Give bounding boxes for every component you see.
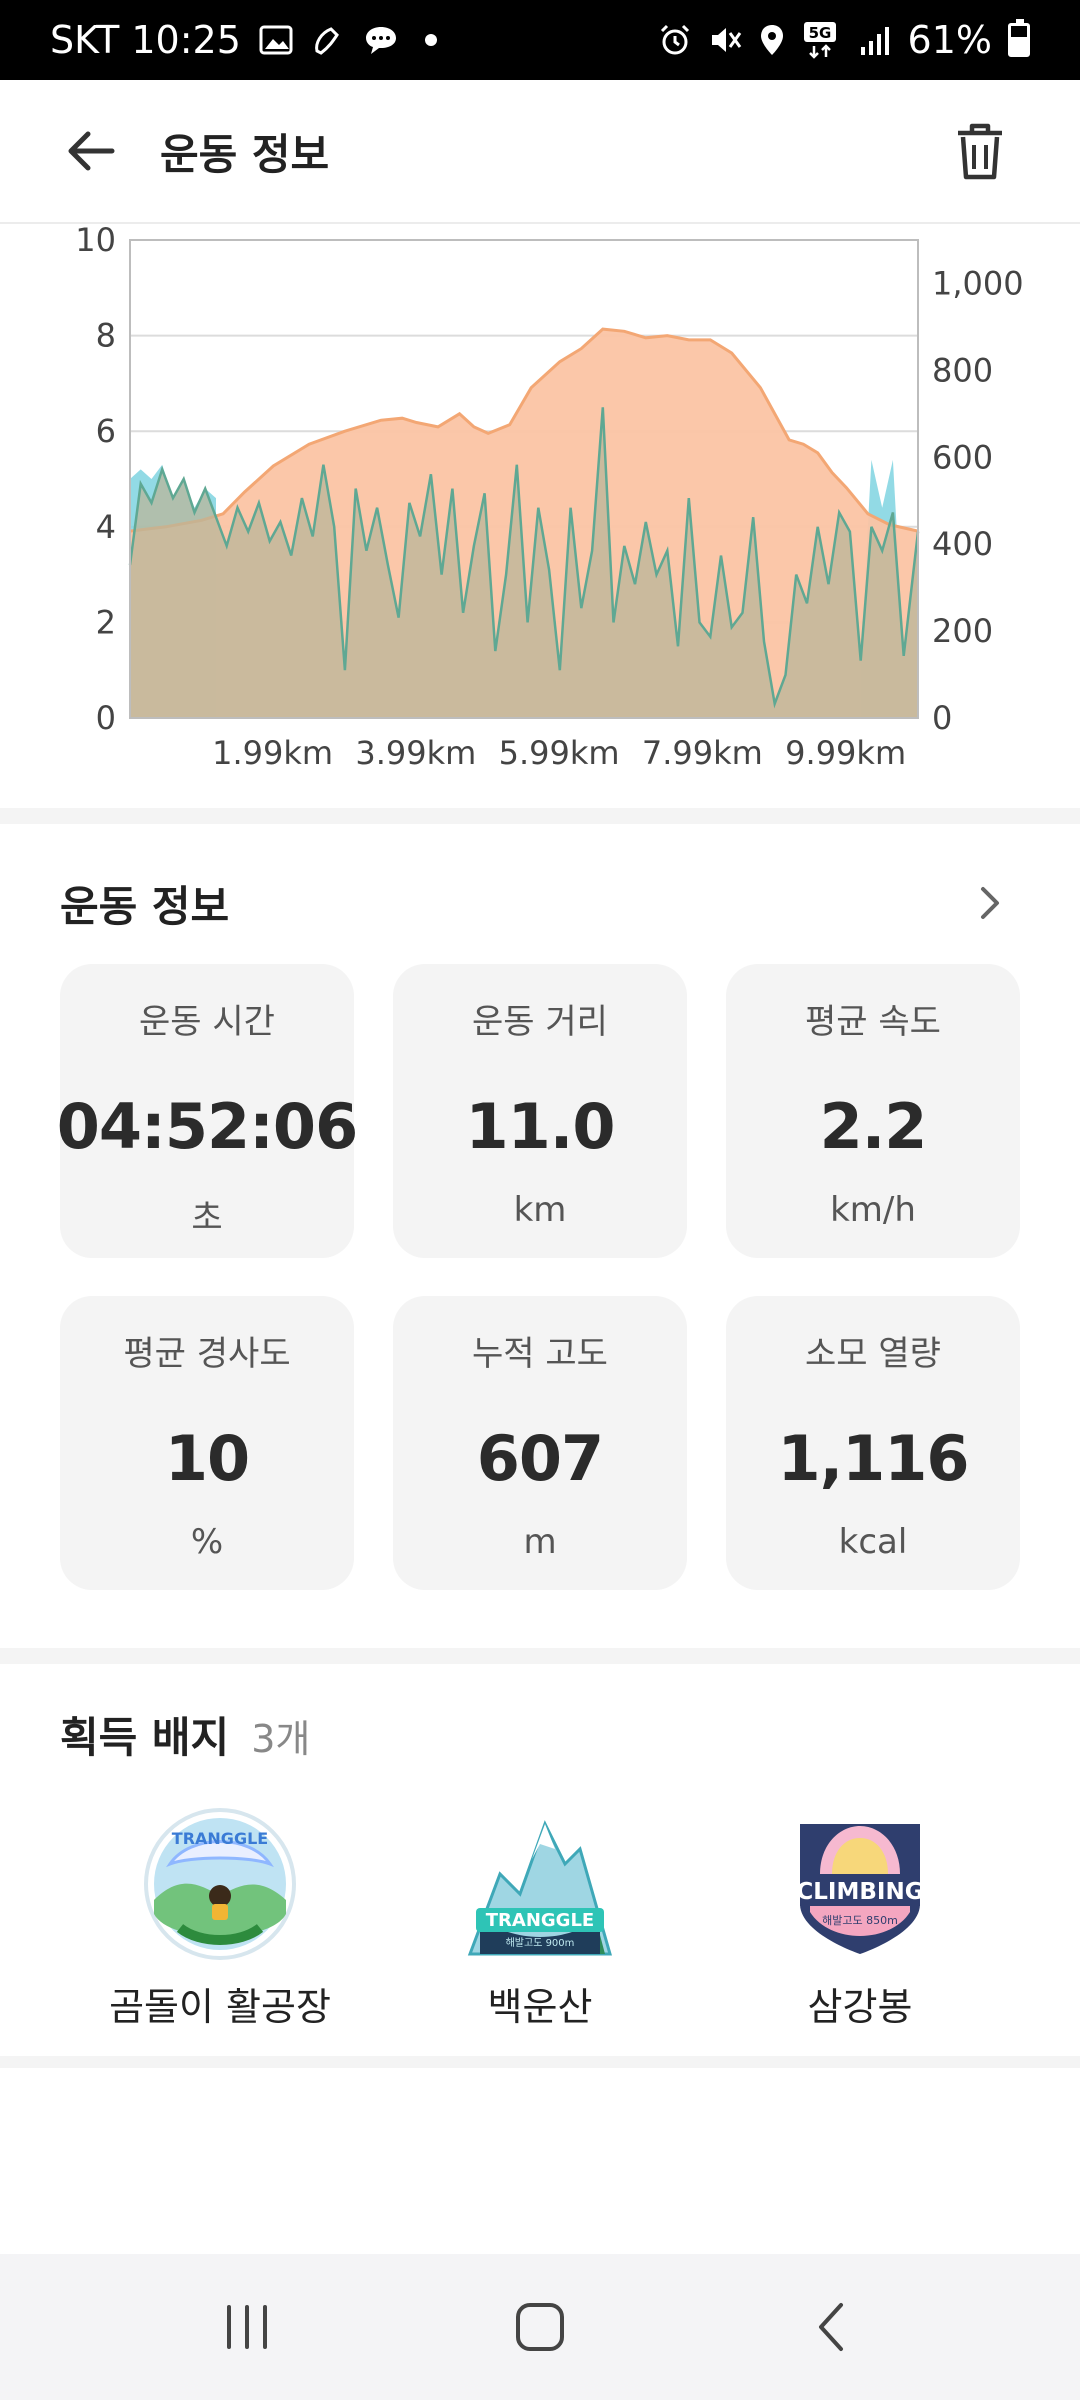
stat-unit: kcal	[838, 1522, 908, 1562]
back-nav-button[interactable]	[773, 2277, 893, 2377]
badge-header: 획득 배지 3개	[60, 1704, 310, 1765]
stat-label: 평균 경사도	[123, 1334, 291, 1374]
badge-name: 삼강봉	[807, 1985, 913, 2029]
stat-value: 2.2	[819, 1090, 928, 1163]
section-divider	[0, 1648, 1080, 1664]
back-button[interactable]	[52, 111, 132, 191]
trash-icon	[958, 123, 1002, 180]
home-button[interactable]	[480, 2277, 600, 2377]
chevron-right-icon[interactable]	[960, 873, 1020, 933]
stat-card-avg-speed: 평균 속도 2.2 km/h	[726, 964, 1020, 1258]
left-axis-tick-label: 8	[96, 317, 116, 355]
stat-unit: %	[190, 1522, 224, 1562]
workout-info-header[interactable]: 운동 정보	[60, 868, 1020, 938]
stat-value: 11.0	[465, 1090, 616, 1163]
badge-item[interactable]: TRANGGLE 곰돌이 활공장	[60, 1804, 380, 2031]
workout-info-title: 운동 정보	[60, 881, 230, 931]
x-axis-tick-label: 9.99km	[785, 734, 906, 772]
right-axis-tick-label: 800	[932, 351, 993, 389]
shoe-icon	[311, 23, 345, 57]
badge-item[interactable]: TRANGGLE 해발고도 900m 백운산	[380, 1804, 700, 2031]
back-nav-icon	[819, 2303, 844, 2351]
badge-title: 획득 배지	[60, 1713, 230, 1762]
elevation-speed-chart: 0 2 4 6 8 10 0 200 400 600 800 1,000 1.99km 3.99km 5.9…	[0, 226, 1080, 806]
battery-icon	[1008, 19, 1030, 57]
section-divider	[0, 808, 1080, 824]
left-axis-tick-label: 10	[75, 226, 116, 259]
carrier-time: SKT 10:25	[50, 18, 241, 62]
x-axis-tick-label: 7.99km	[642, 734, 763, 772]
recent-apps-icon	[226, 2305, 267, 2349]
right-axis-tick-label: 200	[932, 612, 993, 650]
stat-value: 04:52:06	[56, 1090, 358, 1163]
stat-unit: km/h	[830, 1190, 916, 1230]
left-axis-tick-label: 0	[96, 699, 116, 737]
climbing-badge-icon: CLIMBING 해발고도 850m	[780, 1804, 940, 1964]
stat-card-avg-slope: 평균 경사도 10 %	[60, 1296, 354, 1590]
recent-apps-button[interactable]	[187, 2277, 307, 2377]
left-axis-tick-label: 4	[96, 508, 116, 546]
delete-button[interactable]	[940, 111, 1020, 191]
badge-name: 곰돌이 활공장	[109, 1985, 331, 2029]
right-axis-tick-label: 1,000	[932, 264, 1024, 302]
stat-card-calories: 소모 열량 1,116 kcal	[726, 1296, 1020, 1590]
badge-count: 3개	[251, 1717, 311, 1761]
x-axis-tick-label: 3.99km	[355, 734, 476, 772]
mute-icon	[708, 23, 742, 57]
stat-card-distance: 운동 거리 11.0 km	[393, 964, 687, 1258]
stat-value: 607	[476, 1422, 604, 1495]
stat-value: 1,116	[777, 1422, 969, 1495]
chat-icon	[363, 23, 399, 57]
right-axis-tick-label: 400	[932, 525, 993, 563]
app-bar: 운동 정보	[0, 80, 1080, 224]
svg-text:TRANGGLE: TRANGGLE	[486, 1910, 594, 1931]
notification-dot-icon	[424, 34, 437, 46]
stat-label: 누적 고도	[472, 1334, 608, 1374]
right-axis-tick-label: 0	[932, 699, 952, 737]
svg-text:TRANGGLE: TRANGGLE	[172, 1829, 268, 1848]
stat-label: 소모 열량	[805, 1334, 941, 1374]
right-axis-tick-label: 600	[932, 438, 993, 476]
svg-text:해발고도 850m: 해발고도 850m	[822, 1913, 898, 1927]
x-axis-tick-label: 1.99km	[212, 734, 333, 772]
stat-label: 운동 거리	[472, 1002, 608, 1042]
stat-card-time: 운동 시간 04:52:06 초	[56, 964, 358, 1258]
svg-text:CLIMBING: CLIMBING	[796, 1879, 923, 1905]
mountain-badge-icon: TRANGGLE 해발고도 900m	[460, 1804, 620, 1964]
stat-grid: 운동 시간 04:52:06 초 운동 거리 11.0 km 평균 속도 2.2…	[56, 964, 1020, 1590]
signal-icon	[858, 23, 892, 57]
stat-label: 운동 시간	[139, 1002, 275, 1042]
stat-unit: km	[513, 1190, 567, 1230]
battery-percent: 61%	[907, 18, 992, 62]
badge-item[interactable]: CLIMBING 해발고도 850m 삼강봉	[700, 1804, 1020, 2031]
stat-card-total-elevation: 누적 고도 607 m	[393, 1296, 687, 1590]
svg-text:5G: 5G	[808, 24, 831, 42]
gallery-icon	[259, 23, 293, 57]
location-icon	[758, 23, 786, 57]
workout-info-section: 운동 정보 운동 시간 04:52:06 초 운동 거리 11.0 km 평균 …	[0, 826, 1080, 1646]
home-icon	[515, 2303, 564, 2351]
badge-list: TRANGGLE 곰돌이 활공장 TRANGGLE 해발고도 900m 백운산 …	[0, 1804, 1080, 2029]
stat-value: 10	[164, 1422, 250, 1495]
alarm-icon	[658, 23, 692, 57]
arrow-left-icon	[68, 131, 115, 171]
x-axis-tick-label: 5.99km	[499, 734, 620, 772]
system-nav-bar	[0, 2254, 1080, 2400]
badge-section: 획득 배지 3개 TRANGGLE 곰돌이 활공장 TRANGGLE 해발고도 …	[0, 1664, 1080, 2054]
badge-name: 백운산	[487, 1985, 593, 2029]
network-5g-icon: 5G	[802, 20, 842, 60]
left-axis-tick-label: 6	[96, 412, 116, 450]
left-axis-tick-label: 2	[96, 603, 116, 641]
status-bar: SKT 10:25 5G 61%	[0, 0, 1080, 80]
svg-text:해발고도 900m: 해발고도 900m	[506, 1936, 575, 1949]
bear-paraglide-badge-icon: TRANGGLE	[140, 1804, 300, 1964]
stat-label: 평균 속도	[805, 1002, 941, 1042]
chart-svg: 0 2 4 6 8 10 0 200 400 600 800 1,000 1.99km 3.99km 5.9…	[75, 226, 1024, 772]
stat-unit: m	[523, 1522, 557, 1562]
section-divider	[0, 2056, 1080, 2068]
page-title: 운동 정보	[160, 129, 330, 179]
stat-unit: 초	[191, 1198, 223, 1238]
